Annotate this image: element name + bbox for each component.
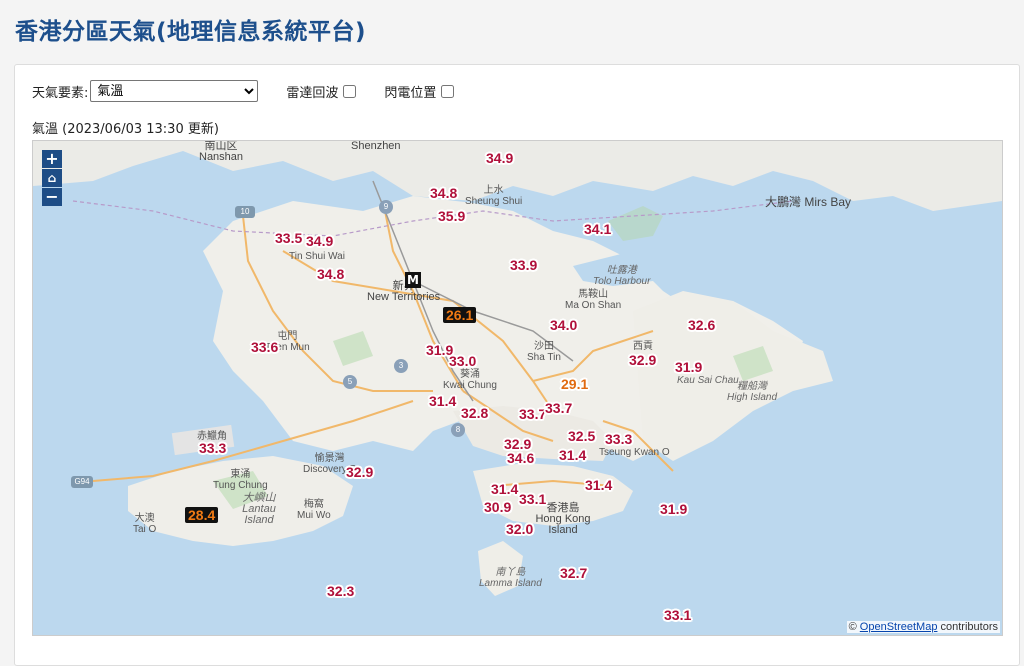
temperature-reading[interactable]: 33.9 bbox=[510, 257, 537, 273]
temperature-reading[interactable]: 35.9 bbox=[438, 208, 465, 224]
temperature-reading[interactable]: 26.1 bbox=[443, 307, 477, 323]
attribution-suffix: contributors bbox=[940, 621, 998, 633]
temperature-reading[interactable]: 33.7 bbox=[519, 406, 546, 422]
temperature-reading[interactable]: 34.6 bbox=[507, 450, 534, 466]
place-label: 梅窩 Mui Wo bbox=[297, 499, 331, 521]
map-view[interactable]: + ⌂ − 南山区 Nanshan Shenzhen 上水 Sheung Shui … bbox=[32, 140, 1003, 636]
temperature-reading[interactable]: 30.9 bbox=[484, 499, 511, 515]
element-label: 天氣要素: bbox=[32, 85, 89, 101]
weather-element-select[interactable]: 氣溫 bbox=[90, 80, 259, 102]
place-label: 沙田 Sha Tin bbox=[527, 341, 561, 363]
map-base-svg bbox=[33, 141, 1002, 635]
zoom-control: + ⌂ − bbox=[42, 150, 62, 207]
temperature-reading[interactable]: 31.4 bbox=[585, 477, 612, 493]
route-shield: 9 bbox=[379, 200, 393, 214]
place-label: 南山区 Nanshan bbox=[199, 140, 244, 163]
temperature-reading[interactable]: 32.0 bbox=[506, 521, 533, 537]
temperature-reading[interactable]: 33.7 bbox=[545, 400, 572, 416]
place-label: 糧船灣 High Island bbox=[727, 381, 778, 403]
route-shield: 8 bbox=[451, 423, 465, 437]
home-button[interactable]: ⌂ bbox=[42, 169, 62, 187]
mtr-marker-icon[interactable]: M bbox=[405, 272, 421, 288]
controls-bar: 天氣要素: 氣溫 雷達回波 閃電位置 bbox=[32, 80, 455, 102]
route-shield: G94 bbox=[71, 476, 93, 488]
temperature-reading[interactable]: 31.9 bbox=[660, 501, 687, 517]
temperature-reading[interactable]: 34.1 bbox=[584, 221, 611, 237]
place-label: 南丫島 Lamma Island bbox=[479, 567, 542, 589]
temperature-reading[interactable]: 34.9 bbox=[486, 150, 513, 166]
temperature-reading[interactable]: 34.9 bbox=[306, 233, 333, 249]
lightning-label: 閃電位置 bbox=[384, 85, 437, 101]
temperature-reading[interactable]: 31.4 bbox=[559, 447, 586, 463]
route-shield: 10 bbox=[235, 206, 255, 218]
lightning-checkbox[interactable] bbox=[441, 84, 455, 98]
temperature-reading[interactable]: 28.4 bbox=[185, 507, 219, 523]
temperature-reading[interactable]: 34.0 bbox=[550, 317, 577, 333]
lightning-toggle[interactable]: 閃電位置 bbox=[384, 82, 455, 101]
radar-label: 雷達回波 bbox=[286, 85, 339, 101]
place-label: 西貢 bbox=[633, 341, 653, 352]
temperature-reading[interactable]: 34.8 bbox=[317, 266, 344, 282]
update-status: 氣溫 (2023/06/03 13:30 更新) bbox=[32, 122, 219, 137]
place-label: 大澳 Tai O bbox=[133, 513, 157, 535]
temperature-reading[interactable]: 32.7 bbox=[560, 565, 587, 581]
zoom-in-button[interactable]: + bbox=[42, 150, 62, 168]
place-label: 新界 New Territories bbox=[367, 280, 441, 303]
page-title: 香港分區天氣(地理信息系統平台) bbox=[15, 19, 367, 45]
temperature-reading[interactable]: 33.1 bbox=[664, 607, 691, 623]
temperature-reading[interactable]: 32.9 bbox=[629, 352, 656, 368]
place-label: 東涌 Tung Chung bbox=[213, 469, 268, 491]
place-label: 馬鞍山 Ma On Shan bbox=[565, 289, 622, 311]
radar-checkbox[interactable] bbox=[343, 84, 357, 98]
attribution-prefix: © bbox=[848, 621, 857, 633]
temperature-reading[interactable]: 32.3 bbox=[327, 583, 354, 599]
place-label: 葵涌 Kwai Chung bbox=[443, 369, 497, 391]
temperature-reading[interactable]: 32.5 bbox=[568, 428, 595, 444]
temperature-reading[interactable]: 34.8 bbox=[430, 185, 457, 201]
temperature-reading[interactable]: 31.4 bbox=[491, 481, 518, 497]
route-shield: 3 bbox=[394, 359, 408, 373]
place-label: 香港島 Hong Kong Island bbox=[535, 502, 591, 536]
openstreetmap-link[interactable]: OpenStreetMap bbox=[860, 621, 938, 633]
place-label: 大鵬灣 Mirs Bay bbox=[765, 195, 852, 209]
place-label: 大嶼山 Lantau Island bbox=[242, 492, 276, 526]
temperature-reading[interactable]: 33.3 bbox=[199, 440, 226, 456]
temperature-reading[interactable]: 31.4 bbox=[429, 393, 456, 409]
temperature-reading[interactable]: 33.1 bbox=[519, 491, 546, 507]
radar-toggle[interactable]: 雷達回波 bbox=[286, 82, 357, 101]
place-label: Shenzhen bbox=[351, 140, 401, 152]
temperature-reading[interactable]: 32.9 bbox=[346, 464, 373, 480]
temperature-reading[interactable]: 29.1 bbox=[561, 376, 588, 392]
temperature-reading[interactable]: 33.3 bbox=[605, 431, 632, 447]
place-label: Tseung Kwan O bbox=[599, 447, 670, 458]
place-label: 吐露港 Tolo Harbour bbox=[593, 265, 651, 287]
zoom-out-button[interactable]: − bbox=[42, 188, 62, 206]
temperature-reading[interactable]: 32.6 bbox=[688, 317, 715, 333]
temperature-reading[interactable]: 33.0 bbox=[449, 353, 476, 369]
place-label: 上水 Sheung Shui bbox=[465, 185, 523, 207]
place-label: Tin Shui Wai bbox=[289, 251, 345, 262]
route-shield: 5 bbox=[343, 375, 357, 389]
temperature-reading[interactable]: 31.9 bbox=[675, 359, 702, 375]
map-attribution: © OpenStreetMap contributors bbox=[846, 621, 1000, 633]
temperature-reading[interactable]: 33.6 bbox=[251, 339, 278, 355]
temperature-reading[interactable]: 33.5 bbox=[275, 230, 302, 246]
temperature-reading[interactable]: 32.8 bbox=[461, 405, 488, 421]
